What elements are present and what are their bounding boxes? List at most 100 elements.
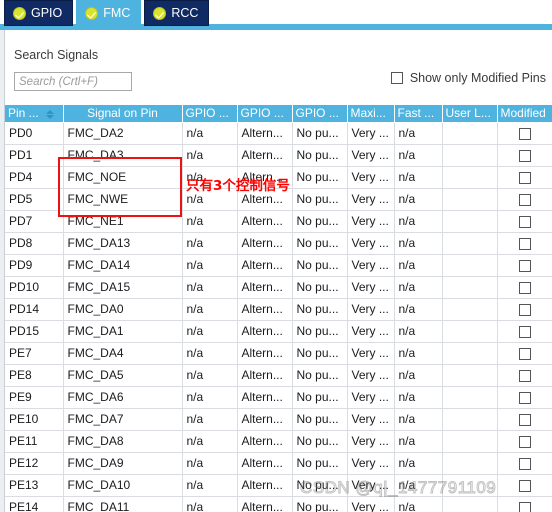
tab-gpio[interactable]: GPIO xyxy=(4,0,74,26)
table-row[interactable]: PD5 FMC_NWE n/a Altern... No pu... Very ... n/… xyxy=(5,188,552,211)
modified-checkbox[interactable] xyxy=(518,369,531,382)
column-header-fast[interactable]: Fast ... xyxy=(394,105,443,123)
tab-fmc[interactable]: FMC xyxy=(76,0,142,26)
modified-checkbox[interactable] xyxy=(518,501,531,512)
modified-checkbox[interactable] xyxy=(518,237,531,250)
column-header-maximum[interactable]: Maxi... xyxy=(347,105,395,123)
sort-arrows-icon[interactable] xyxy=(46,109,55,119)
modified-checkbox[interactable] xyxy=(518,171,531,184)
cell-modified[interactable] xyxy=(497,166,552,189)
show-only-modified-pins-checkbox[interactable] xyxy=(390,72,403,84)
cell-gpio-2: Altern... xyxy=(237,232,293,255)
table-row[interactable]: PE7 FMC_DA4 n/a Altern... No pu... Very ... n/… xyxy=(5,342,552,365)
cell-gpio-1: n/a xyxy=(182,188,238,211)
cell-modified[interactable] xyxy=(497,386,552,409)
cell-signal: FMC_DA4 xyxy=(63,342,183,365)
cell-gpio-1: n/a xyxy=(182,452,238,475)
cell-modified[interactable] xyxy=(497,210,552,233)
cell-gpio-3: No pu... xyxy=(292,342,348,365)
cell-gpio-3: No pu... xyxy=(292,320,348,343)
modified-checkbox[interactable] xyxy=(518,413,531,426)
table-row[interactable]: PE13 FMC_DA10 n/a Altern... No pu... Very ...… xyxy=(5,474,552,497)
table-row[interactable]: PD8 FMC_DA13 n/a Altern... No pu... Very ... n… xyxy=(5,232,552,255)
modified-checkbox[interactable] xyxy=(518,193,531,206)
cell-maximum: Very ... xyxy=(347,452,395,475)
column-header-pin[interactable]: Pin ... xyxy=(5,105,64,123)
cell-pin: PE8 xyxy=(5,364,64,387)
cell-modified[interactable] xyxy=(497,122,552,145)
table-row[interactable]: PD7 FMC_NE1 n/a Altern... No pu... Very ... n/… xyxy=(5,210,552,233)
modified-checkbox[interactable] xyxy=(518,325,531,338)
cell-pin: PE9 xyxy=(5,386,64,409)
cell-modified[interactable] xyxy=(497,364,552,387)
cell-gpio-3: No pu... xyxy=(292,166,348,189)
modified-checkbox[interactable] xyxy=(518,215,531,228)
search-input[interactable] xyxy=(14,72,132,91)
cell-pin: PE10 xyxy=(5,408,64,431)
pin-table-container[interactable]: Pin ... Signal on Pin GPIO ... GPIO ... … xyxy=(5,105,552,512)
cell-modified[interactable] xyxy=(497,496,552,512)
modified-checkbox[interactable] xyxy=(518,479,531,492)
cell-user-label xyxy=(442,254,498,277)
cell-modified[interactable] xyxy=(497,320,552,343)
cell-modified[interactable] xyxy=(497,188,552,211)
modified-checkbox[interactable] xyxy=(518,259,531,272)
table-row[interactable]: PD1 FMC_DA3 n/a Altern... No pu... Very ... n/… xyxy=(5,144,552,167)
column-header-gpio-1[interactable]: GPIO ... xyxy=(182,105,238,123)
tab-rcc[interactable]: RCC xyxy=(144,0,210,26)
column-header-modified[interactable]: Modified xyxy=(497,105,552,123)
cell-modified[interactable] xyxy=(497,232,552,255)
cell-fast: n/a xyxy=(394,452,443,475)
modified-checkbox[interactable] xyxy=(518,127,531,140)
table-row[interactable]: PD0 FMC_DA2 n/a Altern... No pu... Very ... n/… xyxy=(5,122,552,145)
cell-modified[interactable] xyxy=(497,408,552,431)
table-row[interactable]: PD9 FMC_DA14 n/a Altern... No pu... Very ... n… xyxy=(5,254,552,277)
modified-checkbox[interactable] xyxy=(518,391,531,404)
cell-modified[interactable] xyxy=(497,342,552,365)
show-only-modified-pins-toggle[interactable]: Show only Modified Pins xyxy=(390,71,546,85)
table-row[interactable]: PE11 FMC_DA8 n/a Altern... No pu... Very ... n… xyxy=(5,430,552,453)
cell-user-label xyxy=(442,232,498,255)
modified-checkbox[interactable] xyxy=(518,347,531,360)
modified-checkbox[interactable] xyxy=(518,303,531,316)
cell-gpio-3: No pu... xyxy=(292,188,348,211)
cell-modified[interactable] xyxy=(497,298,552,321)
table-row[interactable]: PE8 FMC_DA5 n/a Altern... No pu... Very ... n/… xyxy=(5,364,552,387)
table-row[interactable]: PD10 FMC_DA15 n/a Altern... No pu... Very ...… xyxy=(5,276,552,299)
cell-maximum: Very ... xyxy=(347,122,395,145)
table-row[interactable]: PE10 FMC_DA7 n/a Altern... No pu... Very ... n… xyxy=(5,408,552,431)
cell-fast: n/a xyxy=(394,210,443,233)
column-header-signal-on-pin[interactable]: Signal on Pin xyxy=(63,105,183,123)
cell-modified[interactable] xyxy=(497,452,552,475)
table-row[interactable]: PD4 FMC_NOE n/a Altern... No pu... Very ... n/… xyxy=(5,166,552,189)
table-row[interactable]: PE14 FMC_DA11 n/a Altern... No pu... Very ...… xyxy=(5,496,552,512)
table-row[interactable]: PD14 FMC_DA0 n/a Altern... No pu... Very ... n… xyxy=(5,298,552,321)
cell-signal: FMC_DA8 xyxy=(63,430,183,453)
column-header-gpio-2[interactable]: GPIO ... xyxy=(237,105,293,123)
search-signals-label: Search Signals xyxy=(14,48,99,62)
cell-gpio-1: n/a xyxy=(182,320,238,343)
modified-checkbox[interactable] xyxy=(518,149,531,162)
cell-modified[interactable] xyxy=(497,144,552,167)
modified-checkbox[interactable] xyxy=(518,281,531,294)
modified-checkbox[interactable] xyxy=(518,435,531,448)
cell-maximum: Very ... xyxy=(347,298,395,321)
cell-fast: n/a xyxy=(394,342,443,365)
column-header-user-label[interactable]: User L... xyxy=(442,105,498,123)
cell-modified[interactable] xyxy=(497,254,552,277)
cell-signal: FMC_DA7 xyxy=(63,408,183,431)
cell-modified[interactable] xyxy=(497,430,552,453)
cell-fast: n/a xyxy=(394,496,443,512)
table-row[interactable]: PE9 FMC_DA6 n/a Altern... No pu... Very ... n/… xyxy=(5,386,552,409)
cell-user-label xyxy=(442,496,498,512)
cell-pin: PE12 xyxy=(5,452,64,475)
cell-gpio-3: No pu... xyxy=(292,254,348,277)
table-row[interactable]: PE12 FMC_DA9 n/a Altern... No pu... Very ... n… xyxy=(5,452,552,475)
table-row[interactable]: PD15 FMC_DA1 n/a Altern... No pu... Very ... n… xyxy=(5,320,552,343)
modified-checkbox[interactable] xyxy=(518,457,531,470)
cell-modified[interactable] xyxy=(497,276,552,299)
cell-gpio-1: n/a xyxy=(182,364,238,387)
column-header-gpio-3[interactable]: GPIO ... xyxy=(292,105,348,123)
cell-gpio-1: n/a xyxy=(182,430,238,453)
cell-modified[interactable] xyxy=(497,474,552,497)
